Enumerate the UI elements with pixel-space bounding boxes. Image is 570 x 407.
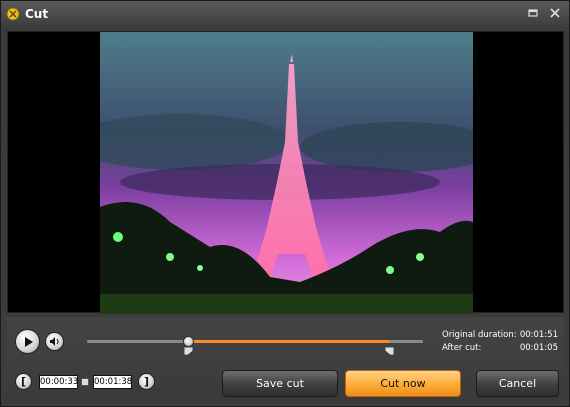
after-cut-label: After cut: — [442, 343, 482, 353]
start-time-input[interactable] — [39, 375, 78, 389]
save-cut-button[interactable]: Save cut — [222, 370, 338, 397]
play-button[interactable] — [15, 329, 40, 354]
cancel-button[interactable]: Cancel — [476, 370, 559, 397]
window-title: Cut — [25, 7, 49, 21]
video-frame-image — [100, 32, 473, 314]
original-duration-label: Original duration: — [442, 330, 517, 340]
bracket-left-icon: [ — [20, 375, 27, 388]
close-icon[interactable] — [547, 5, 563, 21]
play-icon — [24, 336, 33, 347]
after-cut-value: 00:01:05 — [519, 343, 558, 353]
volume-icon — [50, 337, 59, 346]
duration-info: Original duration: 00:01:51 After cut: 0… — [442, 329, 558, 355]
selected-range — [187, 340, 390, 343]
mark-in-button[interactable]: [ — [15, 373, 32, 390]
bracket-right-icon: ] — [143, 375, 150, 388]
playhead-thumb[interactable] — [182, 336, 194, 347]
title-bar: Cut — [1, 1, 569, 27]
cut-start-marker[interactable] — [183, 347, 193, 355]
range-separator — [81, 378, 89, 386]
volume-button[interactable] — [45, 332, 64, 351]
mark-out-button[interactable]: ] — [138, 373, 155, 390]
original-duration-value: 00:01:51 — [519, 330, 558, 340]
cut-now-button[interactable]: Cut now — [345, 370, 461, 397]
timeline-slider[interactable] — [87, 336, 423, 355]
cut-end-marker[interactable] — [385, 347, 395, 355]
end-time-input[interactable] — [93, 375, 132, 389]
video-preview — [7, 31, 564, 314]
scissors-icon — [6, 7, 20, 21]
cut-dialog: Cut Original duration: 00:01:51 After cu… — [0, 0, 570, 407]
restore-icon[interactable] — [525, 5, 541, 21]
player-controls: Original duration: 00:01:51 After cut: 0… — [7, 317, 564, 402]
